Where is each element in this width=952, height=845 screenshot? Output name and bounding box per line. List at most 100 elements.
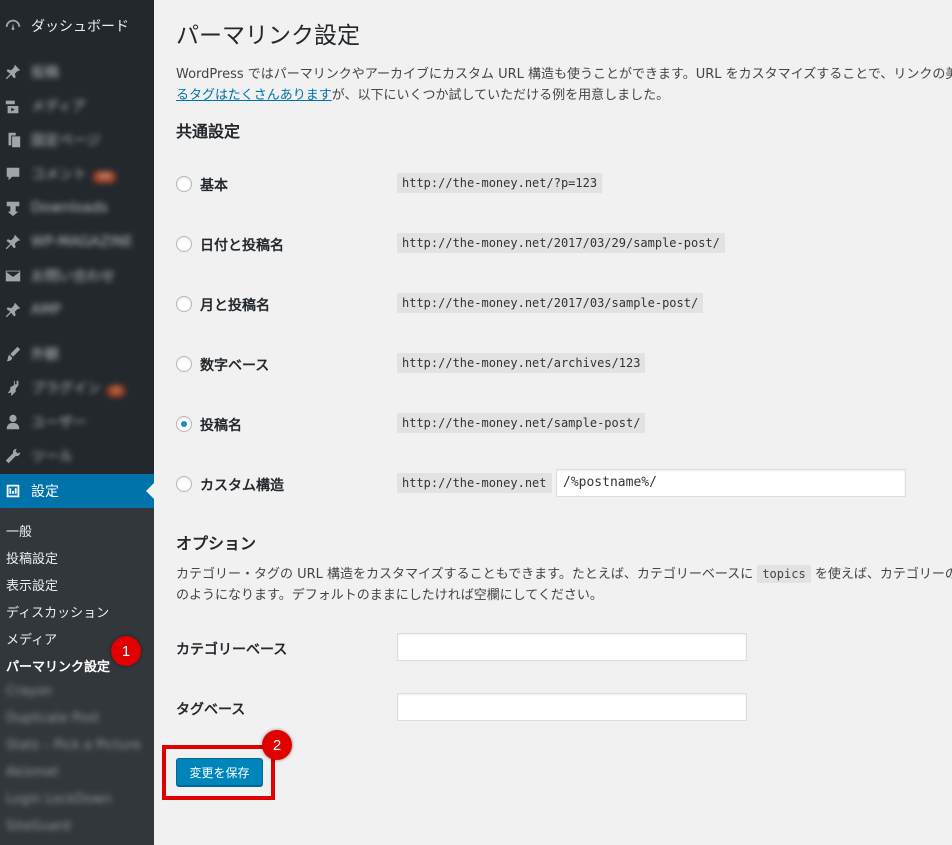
- menu-media-label: メディア: [31, 99, 87, 115]
- submenu-crayon[interactable]: Crayon: [6, 684, 52, 699]
- radio-day-name[interactable]: [176, 236, 192, 252]
- menu-plugins[interactable]: プラグイン 3: [0, 371, 154, 405]
- menu-dashboard-label: ダッシュボード: [31, 19, 129, 35]
- example-url: http://the-money.net/?p=123: [397, 173, 603, 193]
- permalink-option-post-name[interactable]: 投稿名 http://the-money.net/sample-post/: [176, 409, 952, 439]
- dashboard-icon: [3, 16, 23, 36]
- submenu-duplicate-post[interactable]: Duplicate Post: [6, 711, 99, 726]
- menu-contact[interactable]: お問い合わせ: [0, 259, 154, 293]
- intro-text: WordPress ではパーマリンクやアーカイブにカスタム URL 構造も使うこ…: [176, 64, 952, 106]
- example-url: http://the-money.net/sample-post/: [397, 413, 646, 433]
- menu-posts[interactable]: 投稿: [0, 55, 154, 89]
- menu-pages-label: 固定ページ: [31, 133, 101, 149]
- menu-dashboard[interactable]: ダッシュボード: [0, 9, 154, 43]
- page-title: パーマリンク設定: [176, 23, 360, 49]
- intro-line-2: るタグはたくさんありますが、以下にいくつか試していただける例を用意しました。: [176, 85, 952, 106]
- option-label: 数字ベース: [200, 358, 270, 374]
- tag-base-input[interactable]: [397, 693, 747, 721]
- options-desc-text: カテゴリー・タグの URL 構造をカスタマイズすることもできます。たとえば、カテ…: [176, 567, 758, 582]
- options-desc-text: を使えば、カテゴリーの: [810, 567, 952, 582]
- menu-users-label: ユーザー: [31, 415, 87, 431]
- page-icon: [3, 130, 23, 150]
- options-description: カテゴリー・タグの URL 構造をカスタマイズすることもできます。たとえば、カテ…: [176, 564, 952, 606]
- custom-structure-input[interactable]: /%postname%/: [556, 469, 906, 497]
- option-label: カスタム構造: [200, 478, 284, 494]
- plugin-update-badge: 3: [107, 385, 125, 397]
- user-icon: [3, 412, 23, 432]
- save-changes-button[interactable]: 変更を保存: [176, 758, 263, 786]
- permalink-option-custom[interactable]: カスタム構造 http://the-money.net /%postname%/: [176, 469, 952, 499]
- permalink-option-day-name[interactable]: 日付と投稿名 http://the-money.net/2017/03/29/s…: [176, 229, 952, 259]
- menu-posts-label: 投稿: [31, 65, 59, 81]
- permalink-option-month-name[interactable]: 月と投稿名 http://the-money.net/2017/03/sampl…: [176, 289, 952, 319]
- active-menu-arrow: [146, 483, 154, 499]
- radio-post-name[interactable]: [176, 416, 192, 432]
- option-label: 基本: [200, 178, 228, 194]
- radio-month-name[interactable]: [176, 296, 192, 312]
- wrench-icon: [3, 446, 23, 466]
- plugin-icon: [3, 378, 23, 398]
- menu-plugins-label: プラグイン 3: [31, 378, 125, 398]
- menu-amp-label: AMP: [31, 302, 62, 318]
- menu-comments-label: コメント 99: [31, 164, 117, 184]
- example-url: http://the-money.net/2017/03/29/sample-p…: [397, 233, 725, 253]
- permalink-option-plain[interactable]: 基本 http://the-money.net/?p=123: [176, 169, 952, 199]
- submenu-discussion[interactable]: ディスカッション: [6, 602, 109, 621]
- main-content: パーマリンク設定 WordPress ではパーマリンクやアーカイブにカスタム U…: [154, 0, 952, 845]
- settings-icon: [3, 481, 23, 501]
- submenu-login-lockdown[interactable]: Login LockDown: [6, 792, 112, 807]
- comment-count-badge: 99: [93, 171, 117, 183]
- annotation-marker-1: 1: [111, 636, 141, 666]
- options-desc-line-1: カテゴリー・タグの URL 構造をカスタマイズすることもできます。たとえば、カテ…: [176, 564, 952, 585]
- menu-amp[interactable]: AMP: [0, 293, 154, 327]
- settings-submenu: 一般 投稿設定 表示設定 ディスカッション メディア パーマリンク設定 Cray…: [0, 508, 154, 845]
- intro-line-2-text: が、以下にいくつか試していただける例を用意しました。: [331, 88, 670, 103]
- option-label: 日付と投稿名: [200, 238, 284, 254]
- download-icon: [3, 198, 23, 218]
- menu-appearance-label: 外観: [31, 347, 59, 363]
- radio-custom[interactable]: [176, 476, 192, 492]
- category-base-label: カテゴリーベース: [176, 642, 288, 658]
- menu-pages[interactable]: 固定ページ: [0, 123, 154, 157]
- menu-magazine[interactable]: WP-MAGAZINE: [0, 225, 154, 259]
- submenu-siteguard[interactable]: SiteGuard: [6, 819, 71, 834]
- submenu-reading[interactable]: 表示設定: [6, 575, 58, 594]
- menu-magazine-label: WP-MAGAZINE: [31, 234, 133, 250]
- category-base-input[interactable]: [397, 633, 747, 661]
- menu-settings-label: 設定: [31, 484, 59, 500]
- admin-sidebar: ダッシュボード 投稿 メディア 固定ページ コメント 99 Downloads W…: [0, 0, 154, 845]
- menu-comments[interactable]: コメント 99: [0, 157, 154, 191]
- radio-numeric[interactable]: [176, 356, 192, 372]
- menu-tools-label: ツール: [31, 449, 73, 465]
- topics-code: topics: [757, 565, 811, 583]
- example-url: http://the-money.net/archives/123: [397, 353, 646, 373]
- pin-icon: [3, 62, 23, 82]
- menu-contact-label: お問い合わせ: [31, 269, 115, 285]
- intro-line-1: WordPress ではパーマリンクやアーカイブにカスタム URL 構造も使うこ…: [176, 67, 952, 82]
- menu-appearance[interactable]: 外観: [0, 337, 154, 371]
- radio-plain[interactable]: [176, 176, 192, 192]
- menu-settings[interactable]: 設定: [0, 474, 154, 508]
- menu-downloads[interactable]: Downloads: [0, 191, 154, 225]
- submenu-writing[interactable]: 投稿設定: [6, 548, 58, 567]
- tag-base-label: タグベース: [176, 702, 246, 718]
- annotation-marker-2: 2: [262, 730, 292, 760]
- permalink-option-numeric[interactable]: 数字ベース http://the-money.net/archives/123: [176, 349, 952, 379]
- pin-icon: [3, 232, 23, 252]
- menu-tools[interactable]: ツール: [0, 439, 154, 473]
- menu-media[interactable]: メディア: [0, 89, 154, 123]
- submenu-permalink[interactable]: パーマリンク設定: [6, 656, 110, 675]
- submenu-stats[interactable]: Stats – Pick a Picture: [6, 738, 141, 753]
- mail-icon: [3, 266, 23, 286]
- submenu-media[interactable]: メディア: [6, 629, 57, 648]
- options-desc-line-2: のようになります。デフォルトのままにしたければ空欄にしてください。: [176, 588, 603, 603]
- submenu-akismet[interactable]: Akismet: [6, 765, 59, 780]
- menu-users[interactable]: ユーザー: [0, 405, 154, 439]
- custom-url-prefix: http://the-money.net: [397, 473, 552, 493]
- brush-icon: [3, 344, 23, 364]
- tags-help-link[interactable]: るタグはたくさんあります: [176, 88, 332, 103]
- options-heading: オプション: [176, 534, 257, 553]
- pin-icon: [3, 300, 23, 320]
- submenu-general[interactable]: 一般: [6, 521, 32, 540]
- menu-downloads-label: Downloads: [31, 200, 108, 216]
